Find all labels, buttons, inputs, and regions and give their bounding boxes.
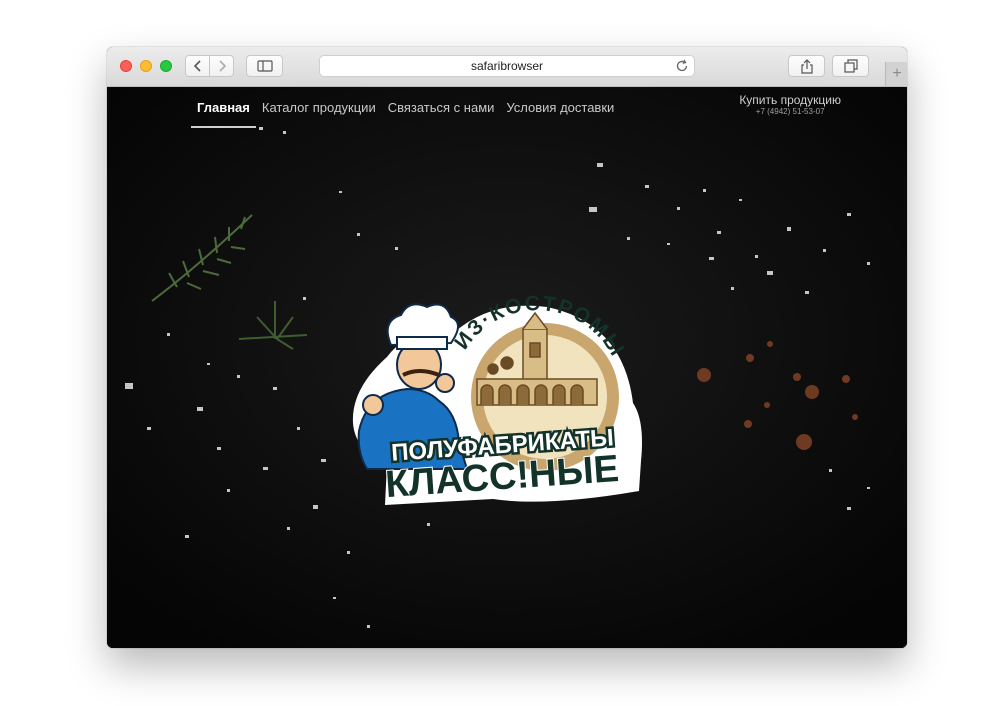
buy-products-link[interactable]: Купить продукцию (739, 93, 841, 107)
tabs-icon (843, 59, 858, 73)
close-window-button[interactable] (120, 60, 132, 72)
browser-window: safaribrowser + Главная Каталог продукци… (107, 47, 907, 648)
tabs-overview-button[interactable] (832, 55, 869, 77)
buy-block[interactable]: Купить продукцию +7 (4942) 51-53-07 (739, 93, 841, 117)
brand-logo: ИЗ·КОСТРОМЫ ПОЛУФАБРИКАТЫ КЛАСС!НЫЕ (352, 293, 642, 507)
new-tab-button[interactable]: + (885, 62, 907, 86)
back-button[interactable] (185, 55, 210, 77)
plus-icon: + (892, 65, 902, 82)
phone-number: +7 (4942) 51-53-07 (755, 107, 825, 116)
nav-item-contact[interactable]: Связаться с нами (382, 87, 501, 127)
chevron-left-icon (193, 60, 201, 72)
reload-icon[interactable] (675, 59, 689, 73)
nav-item-catalog[interactable]: Каталог продукции (256, 87, 382, 127)
sidebar-button[interactable] (246, 55, 283, 77)
sidebar-icon (256, 60, 273, 72)
website-page: Главная Каталог продукции Связаться с на… (107, 87, 907, 648)
main-navigation: Главная Каталог продукции Связаться с на… (191, 87, 620, 128)
address-bar[interactable]: safaribrowser (319, 55, 695, 77)
share-button[interactable] (788, 55, 825, 77)
share-icon (800, 58, 813, 74)
address-text: safaribrowser (470, 59, 544, 73)
zoom-window-button[interactable] (160, 60, 172, 72)
nav-item-delivery[interactable]: Условия доставки (500, 87, 620, 127)
browser-toolbar: safaribrowser + (107, 47, 907, 87)
chevron-right-icon (218, 60, 226, 72)
minimize-window-button[interactable] (140, 60, 152, 72)
forward-button[interactable] (209, 55, 234, 77)
nav-item-home[interactable]: Главная (191, 87, 256, 128)
